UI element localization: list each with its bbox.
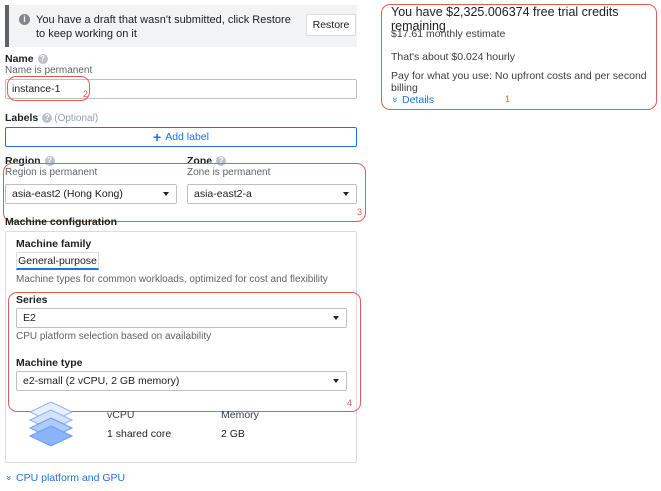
double-chevron-icon: » xyxy=(390,97,401,103)
annotation-box-3 xyxy=(3,163,366,222)
vcpu-value: 1 shared core xyxy=(107,428,172,440)
annotation-number-2: 2 xyxy=(83,89,89,99)
name-label: Name? xyxy=(5,53,48,65)
add-label-button[interactable]: + Add label xyxy=(5,127,357,147)
memory-header: Memory xyxy=(221,409,259,421)
annotation-number-4: 4 xyxy=(347,398,353,408)
vcpu-header: vCPU xyxy=(107,409,135,421)
annotation-number-1: 1 xyxy=(505,94,511,104)
cpu-platform-toggle[interactable]: » CPU platform and GPU xyxy=(4,472,126,484)
restore-button[interactable]: Restore xyxy=(306,14,356,36)
annotation-box-4 xyxy=(8,292,361,412)
draft-message: You have a draft that wasn't submitted, … xyxy=(36,14,291,40)
machine-family-tab[interactable]: General-purpose xyxy=(16,252,99,270)
optional-text: (Optional) xyxy=(54,113,99,124)
info-icon: i xyxy=(19,14,30,25)
machine-stack-icon xyxy=(26,400,76,450)
monthly-estimate: $17.61 monthly estimate xyxy=(391,28,506,40)
memory-value: 2 GB xyxy=(221,428,245,440)
hourly-estimate: That's about $0.024 hourly xyxy=(391,51,516,63)
name-label-text: Name xyxy=(5,53,34,65)
machine-family-label: Machine family xyxy=(16,238,92,250)
labels-label: Labels? (Optional) xyxy=(5,112,98,124)
help-icon[interactable]: ? xyxy=(42,113,53,124)
draft-banner: i You have a draft that wasn't submitted… xyxy=(5,5,357,47)
labels-label-text: Labels xyxy=(5,112,39,124)
add-label-text: Add label xyxy=(165,131,209,143)
double-chevron-icon: » xyxy=(4,475,15,481)
pay-note: Pay for what you use: No upfront costs a… xyxy=(391,70,647,94)
name-hint: Name is permanent xyxy=(5,65,93,76)
plus-icon: + xyxy=(153,129,162,145)
machine-config-title: Machine configuration xyxy=(5,216,118,228)
annotation-box-2 xyxy=(7,76,90,101)
details-link: Details xyxy=(402,94,435,106)
annotation-number-3: 3 xyxy=(357,207,363,217)
cpu-platform-link: CPU platform and GPU xyxy=(16,472,126,484)
details-toggle[interactable]: » Details xyxy=(390,94,435,106)
machine-family-desc: Machine types for common workloads, opti… xyxy=(16,274,328,285)
help-icon[interactable]: ? xyxy=(37,54,48,65)
